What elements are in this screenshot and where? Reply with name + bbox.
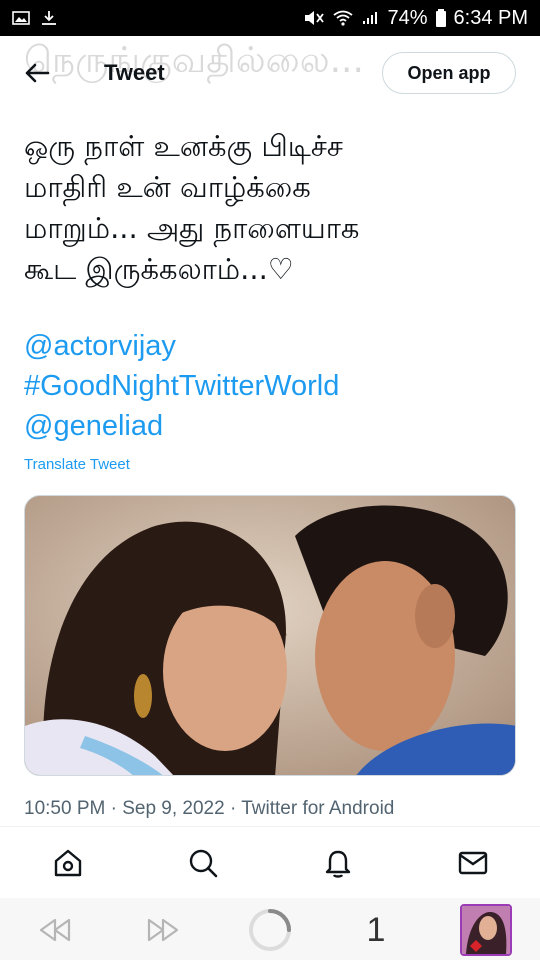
- translate-tweet-link[interactable]: Translate Tweet: [24, 456, 130, 473]
- status-bar: 74% 6:34 PM: [0, 0, 540, 36]
- mention-link[interactable]: @actorvijay: [24, 326, 339, 366]
- signal-icon: [363, 12, 378, 24]
- download-notification-icon: [42, 11, 56, 25]
- notifications-icon: [325, 850, 350, 878]
- messages-icon: [458, 851, 487, 875]
- tweet-text: ஒரு நாள் உனக்கு பிடிச்ச மாதிரி உன் வாழ்க…: [24, 129, 360, 286]
- rewind-icon: [39, 918, 71, 942]
- search-icon: [189, 849, 217, 878]
- home-icon: [54, 849, 81, 877]
- nav-messages[interactable]: [443, 833, 503, 893]
- mute-icon: [305, 11, 325, 25]
- reload-button[interactable]: [246, 908, 294, 952]
- browser-forward-button[interactable]: [138, 908, 188, 952]
- nav-notifications[interactable]: [308, 833, 368, 893]
- clock: 6:34 PM: [453, 6, 528, 29]
- wifi-icon: [333, 10, 354, 26]
- photo-illustration: [25, 496, 515, 775]
- fast-forward-icon: [147, 918, 179, 942]
- tweet-timestamp: 10:50 PM · Sep 9, 2022 · Twitter for And…: [24, 798, 395, 819]
- page-title: Tweet: [104, 60, 165, 85]
- hashtag-link[interactable]: #GoodNightTwitterWorld: [24, 366, 339, 406]
- avatar: [460, 904, 512, 956]
- mention-link[interactable]: @geneliad: [24, 406, 339, 446]
- avatar-image: [462, 906, 510, 954]
- tweet-photo[interactable]: [24, 495, 516, 776]
- divider: [0, 826, 540, 827]
- loading-spinner-icon: [249, 909, 291, 951]
- tweet-links: @actorvijay #GoodNightTwitterWorld @gene…: [24, 326, 339, 446]
- nav-home[interactable]: [38, 833, 98, 893]
- gallery-notification-icon: [12, 11, 30, 25]
- tab-count[interactable]: 1: [356, 908, 396, 952]
- back-arrow-icon[interactable]: [22, 58, 52, 88]
- tweet-header: Tweet Open app: [0, 44, 540, 104]
- browser-toolbar: 1: [0, 898, 540, 960]
- open-app-button[interactable]: Open app: [382, 52, 516, 94]
- nav-search[interactable]: [173, 833, 233, 893]
- battery-icon: [435, 9, 446, 27]
- battery-percent: 74%: [387, 6, 428, 29]
- profile-avatar-button[interactable]: [458, 904, 514, 956]
- browser-back-button[interactable]: [30, 908, 80, 952]
- bottom-nav: [0, 828, 540, 898]
